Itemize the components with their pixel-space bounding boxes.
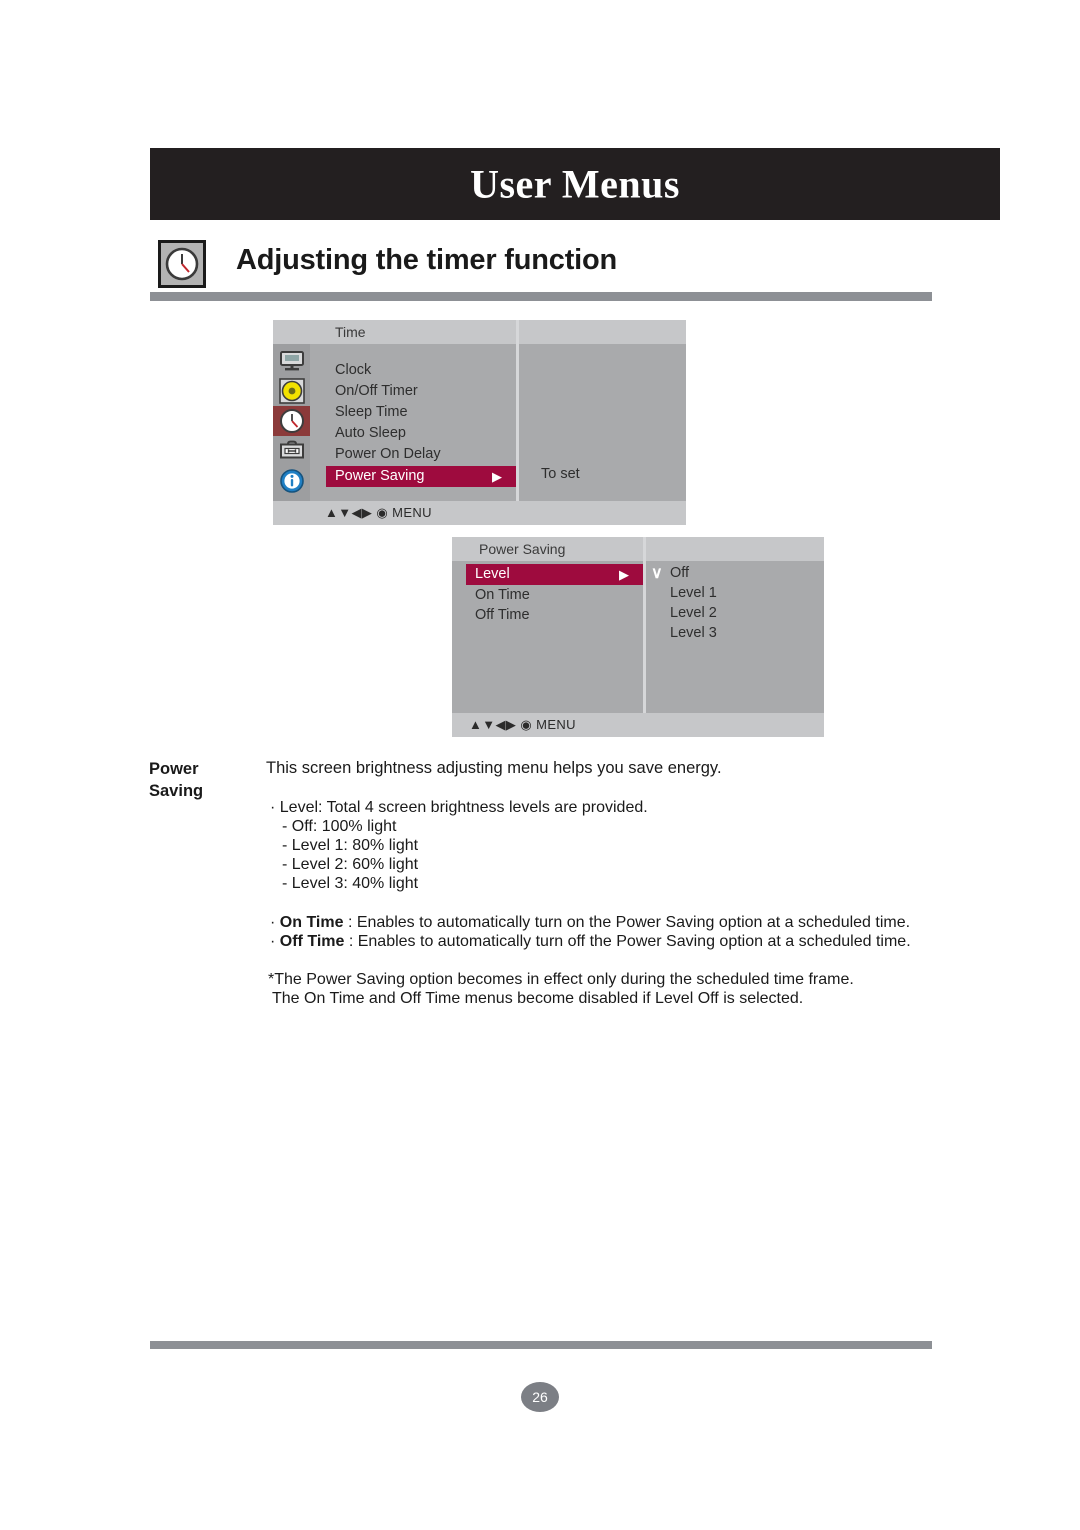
osd-time-divider xyxy=(516,320,519,525)
osd-ps-divider xyxy=(643,537,646,737)
check-mark-icon: ∨ xyxy=(651,565,663,582)
clock-icon xyxy=(158,240,206,288)
body-on-time-term: On Time xyxy=(279,914,344,931)
heading-rule xyxy=(150,292,932,301)
body-off-time-desc: : Enables to automatically turn off the … xyxy=(344,933,911,950)
body-level-line-1: - Level 1: 80% light xyxy=(282,837,419,854)
body-level-line-0: - Off: 100% light xyxy=(282,818,397,835)
osd-item-power-on-delay[interactable]: Power On Delay xyxy=(335,446,441,462)
chevron-right-icon: ▶ xyxy=(492,469,502,484)
osd-time-nav-hint: ▲▼◀▶ ◉ MENU xyxy=(325,505,432,520)
osd-ps-nav-hint: ▲▼◀▶ ◉ MENU xyxy=(469,717,576,732)
page-number: 26 xyxy=(521,1382,559,1412)
body-on-time-desc: : Enables to automatically turn on the P… xyxy=(343,914,911,931)
osd-ps-item-level-label: Level xyxy=(475,566,510,582)
osd-ps-option-off[interactable]: Off xyxy=(670,565,689,581)
osd-item-auto-sleep[interactable]: Auto Sleep xyxy=(335,425,406,441)
osd-item-clock[interactable]: Clock xyxy=(335,362,371,378)
footer-rule xyxy=(150,1341,932,1349)
bullet-mark: · xyxy=(270,933,280,950)
banner-title: User Menus xyxy=(470,161,680,207)
bullet-mark: · xyxy=(270,914,280,931)
body-lead: This screen brightness adjusting menu he… xyxy=(266,759,722,777)
toolbox-icon[interactable] xyxy=(273,436,310,466)
body-note-line-1: *The Power Saving option becomes in effe… xyxy=(268,971,854,988)
body-side-label-line2: Saving xyxy=(149,782,204,800)
osd-ps-title: Power Saving xyxy=(479,541,566,557)
chevron-right-icon: ▶ xyxy=(619,567,629,582)
body-on-time-bullet: · On Time : Enables to automatically tur… xyxy=(270,913,910,932)
osd-ps-option-level-1[interactable]: Level 1 xyxy=(670,585,717,601)
osd-item-power-saving-selected[interactable]: Power Saving ▶ xyxy=(326,466,516,487)
osd-ps-option-level-2[interactable]: Level 2 xyxy=(670,605,717,621)
disc-icon[interactable] xyxy=(273,376,310,406)
osd-item-onoff-timer[interactable]: On/Off Timer xyxy=(335,383,418,399)
body-level-line-2: - Level 2: 60% light xyxy=(282,856,419,873)
section-heading-text: Adjusting the timer function xyxy=(236,244,618,276)
body-level-line-3: - Level 3: 40% light xyxy=(282,875,419,892)
section-heading: Adjusting the timer function xyxy=(158,240,938,300)
info-icon[interactable] xyxy=(273,466,310,496)
body-side-label-line1: Power xyxy=(149,760,199,778)
osd-ps-item-off-time[interactable]: Off Time xyxy=(475,607,530,623)
body-off-time-bullet: · Off Time : Enables to automatically tu… xyxy=(270,932,911,951)
osd-ps-item-level-selected[interactable]: Level ▶ xyxy=(466,564,643,585)
body-note-line-2: The On Time and Off Time menus become di… xyxy=(272,990,804,1007)
body-side-label: Power Saving xyxy=(149,758,259,802)
osd-item-sleep-time[interactable]: Sleep Time xyxy=(335,404,408,420)
osd-time-title: Time xyxy=(335,324,366,340)
body-off-time-term: Off Time xyxy=(279,933,345,950)
monitor-icon[interactable] xyxy=(273,346,310,376)
body-level-bullet: · Level: Total 4 screen brightness level… xyxy=(270,799,648,816)
osd-time-hint: To set xyxy=(541,466,580,482)
osd-item-power-saving-label: Power Saving xyxy=(335,468,425,484)
osd-ps-option-level-3[interactable]: Level 3 xyxy=(670,625,717,641)
clock-icon[interactable] xyxy=(273,406,310,436)
osd-time-icon-rail xyxy=(273,344,310,501)
page-banner: User Menus xyxy=(150,148,1000,220)
osd-ps-item-on-time[interactable]: On Time xyxy=(475,587,530,603)
osd-power-saving-panel: Power Saving Level ▶ On Time Off Time ∨ … xyxy=(452,537,824,737)
osd-time-panel: Time Clock On/Off Timer Sleep Time Auto … xyxy=(273,320,686,525)
